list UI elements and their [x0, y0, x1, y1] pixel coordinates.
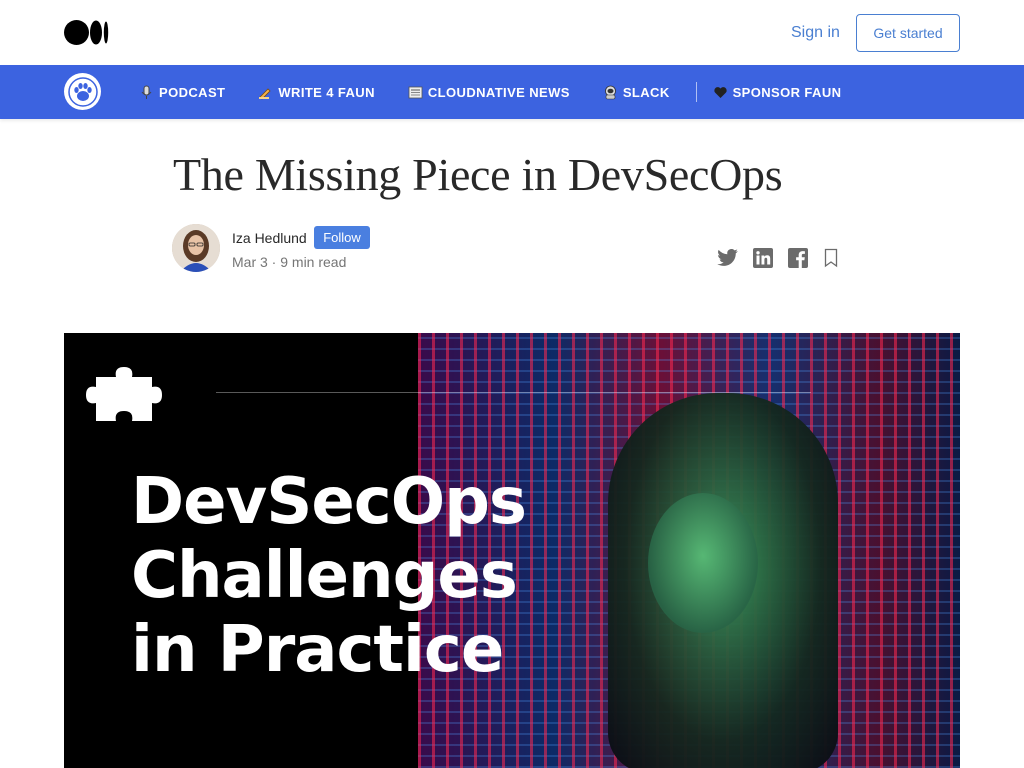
nav-items: PODCAST WRITE 4 FAUN CLOUDNATIVE NEWS SL…	[139, 65, 874, 119]
puzzle-piece-icon	[86, 365, 176, 423]
newspaper-icon	[408, 85, 423, 100]
author-avatar[interactable]	[172, 224, 220, 272]
linkedin-icon[interactable]	[752, 247, 774, 269]
medium-logo-icon[interactable]	[64, 20, 110, 45]
twitter-icon[interactable]	[717, 247, 739, 269]
microphone-icon	[139, 85, 154, 100]
nav-item-label: PODCAST	[159, 84, 226, 100]
sign-in-link[interactable]: Sign in	[791, 24, 840, 42]
author-name[interactable]: Iza Hedlund	[232, 230, 307, 246]
follow-button[interactable]: Follow	[314, 226, 370, 249]
nav-item-label: CLOUDNATIVE NEWS	[427, 84, 570, 100]
nav-divider	[695, 82, 697, 102]
nav-item-slack[interactable]: SLACK	[603, 85, 670, 100]
hero-divider-line	[216, 392, 811, 393]
hero-line-2: Challenges	[131, 539, 518, 613]
publication-nav: PODCAST WRITE 4 FAUN CLOUDNATIVE NEWS SL…	[0, 65, 1024, 119]
nav-item-label: SPONSOR FAUN	[732, 84, 842, 100]
hero-person-face	[648, 493, 758, 633]
writing-hand-icon	[258, 85, 273, 100]
nav-item-label: WRITE 4 FAUN	[278, 84, 375, 100]
hero-image: DevSecOps Challenges in Practice	[64, 333, 960, 768]
nav-item-podcast[interactable]: PODCAST	[139, 85, 225, 100]
hero-line-1: DevSecOps	[131, 465, 527, 539]
top-bar: Sign in Get started	[0, 0, 1024, 65]
astronaut-icon	[603, 85, 618, 100]
nav-item-sponsor[interactable]: SPONSOR FAUN	[713, 85, 842, 100]
nav-item-write[interactable]: WRITE 4 FAUN	[258, 85, 375, 100]
nav-item-cloudnative-news[interactable]: CLOUDNATIVE NEWS	[408, 85, 570, 100]
faun-paw-icon[interactable]	[64, 73, 101, 110]
facebook-icon[interactable]	[787, 247, 809, 269]
hero-headline: DevSecOps Challenges in Practice	[131, 465, 527, 687]
heart-icon	[713, 85, 728, 100]
get-started-button[interactable]: Get started	[856, 14, 960, 52]
nav-item-label: SLACK	[622, 84, 670, 100]
article-title: The Missing Piece in DevSecOps	[173, 149, 783, 200]
bookmark-icon[interactable]	[820, 247, 842, 269]
article-meta: Mar 3 · 9 min read	[232, 254, 347, 270]
hero-line-3: in Practice	[131, 613, 504, 687]
